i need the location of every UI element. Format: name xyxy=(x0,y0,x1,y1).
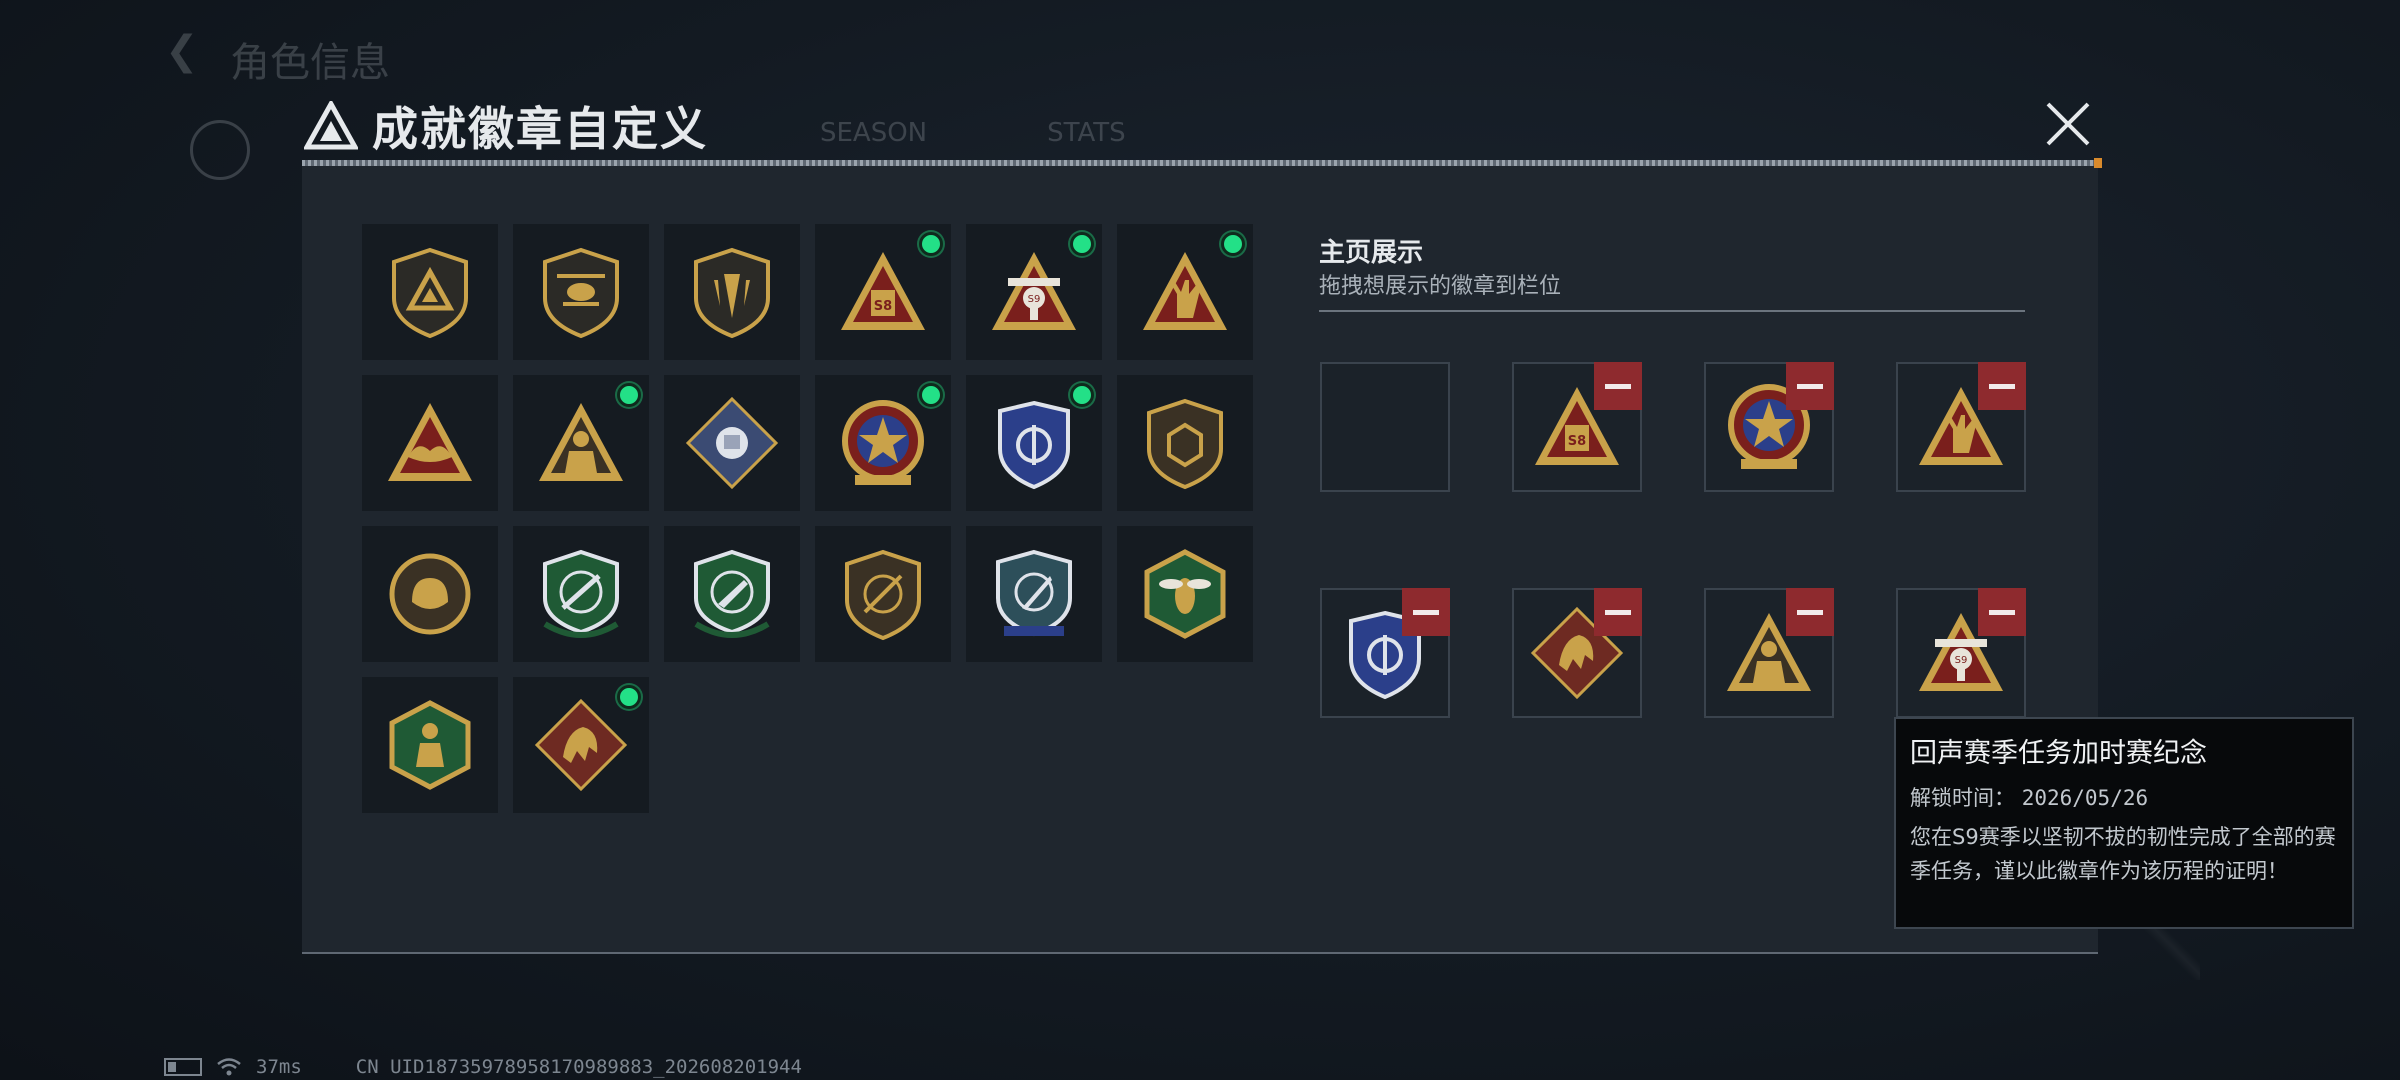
wifi-icon xyxy=(217,1058,241,1076)
shield-crosshair-badge-icon xyxy=(845,549,921,641)
background-ring-decoration xyxy=(190,120,250,180)
svg-text:S8: S8 xyxy=(874,299,892,314)
badge-slot[interactable] xyxy=(362,224,498,360)
showcase-slot[interactable] xyxy=(1704,362,1834,492)
showcase-slot[interactable]: S8 xyxy=(1512,362,1642,492)
badge-slot[interactable] xyxy=(664,375,800,511)
minus-icon xyxy=(1605,383,1631,389)
minus-icon xyxy=(1989,609,2015,615)
round-beast-badge-icon xyxy=(389,553,471,635)
hexagon-figure-badge-icon xyxy=(389,700,471,790)
hexagon-wasp-badge-icon xyxy=(1144,549,1226,639)
triangle-s9-robot-badge-icon: S9 xyxy=(992,252,1076,330)
diamond-fist-badge-icon xyxy=(685,396,779,490)
badge-slot[interactable] xyxy=(815,375,951,511)
badge-slot[interactable] xyxy=(1117,224,1253,360)
badge-slot[interactable] xyxy=(362,526,498,662)
green-crosshair-rifle-badge-icon xyxy=(543,549,619,638)
blue-shield-badge-icon xyxy=(998,400,1070,490)
back-arrow-icon: ❮ xyxy=(165,28,199,74)
triangle-logo-icon xyxy=(304,101,358,150)
modal-header: 成就徽章自定义 xyxy=(304,96,708,156)
new-indicator-dot xyxy=(1070,232,1094,256)
battery-icon xyxy=(164,1058,202,1076)
badge-slot[interactable] xyxy=(513,224,649,360)
diamond-dragon-badge-icon xyxy=(534,698,628,792)
remove-badge-button[interactable] xyxy=(1978,588,2026,636)
new-indicator-dot xyxy=(1221,232,1245,256)
background-title: 角色信息 xyxy=(230,40,390,86)
remove-badge-button[interactable] xyxy=(1402,588,1450,636)
showcase-slot[interactable] xyxy=(1512,588,1642,718)
minus-icon xyxy=(1797,609,1823,615)
new-indicator-dot xyxy=(1070,383,1094,407)
shield-helicopter-badge-icon xyxy=(543,247,619,339)
showcase-slot[interactable]: S9 xyxy=(1896,588,2026,718)
remove-badge-button[interactable] xyxy=(1594,588,1642,636)
background-tab: SEASON xyxy=(820,118,928,148)
new-indicator-dot xyxy=(617,383,641,407)
minus-icon xyxy=(1989,383,2015,389)
badge-collection-grid: S8 S9 xyxy=(362,224,1253,813)
remove-badge-button[interactable] xyxy=(1786,362,1834,410)
triangle-s8-badge-icon: S8 xyxy=(841,252,925,330)
badge-slot[interactable] xyxy=(1117,375,1253,511)
showcase-slot[interactable] xyxy=(1704,588,1834,718)
minus-icon xyxy=(1605,609,1631,615)
badge-slot[interactable] xyxy=(513,677,649,813)
ping-value: 37ms xyxy=(256,1056,302,1078)
shield-dagger-badge-icon xyxy=(694,247,770,339)
badge-slot[interactable] xyxy=(966,526,1102,662)
tooltip-description: 您在S9赛季以坚韧不拔的韧性完成了全部的赛季任务，谨以此徽章作为该历程的证明！ xyxy=(1910,825,2336,883)
triangle-hand-sign-badge-icon xyxy=(1143,252,1227,330)
blue-knife-shield-badge-icon xyxy=(996,549,1072,637)
shield-dice-badge-icon xyxy=(1147,398,1223,490)
shield-triangle-logo-badge-icon xyxy=(392,247,468,339)
new-indicator-dot xyxy=(617,685,641,709)
svg-text:S9: S9 xyxy=(1955,655,1968,666)
modal-title: 成就徽章自定义 xyxy=(372,102,708,156)
tooltip-unlock-date: 2026/05/26 xyxy=(2021,786,2149,810)
tooltip-unlock-label: 解锁时间： xyxy=(1910,786,2015,810)
badge-customize-panel: S8 S9 主页展示 拖拽想展示的徽章到栏位 S8 S9 xyxy=(302,158,2102,954)
badge-tooltip: 回声赛季任务加时赛纪念 解锁时间： 2026/05/26 您在S9赛季以坚韧不拔… xyxy=(1894,717,2354,929)
triangle-bird-badge-icon xyxy=(388,403,472,481)
badge-slot[interactable] xyxy=(513,526,649,662)
minus-icon xyxy=(1797,383,1823,389)
showcase-slot[interactable] xyxy=(1320,588,1450,718)
remove-badge-button[interactable] xyxy=(1978,362,2026,410)
badge-slot[interactable] xyxy=(362,375,498,511)
status-bar: 37ms CN UID18735978958170989883_20260820… xyxy=(164,1056,802,1078)
remove-badge-button[interactable] xyxy=(1786,588,1834,636)
badge-slot[interactable]: S9 xyxy=(966,224,1102,360)
minus-icon xyxy=(1413,609,1439,615)
badge-slot[interactable] xyxy=(1117,526,1253,662)
badge-slot[interactable] xyxy=(966,375,1102,511)
badge-slot[interactable] xyxy=(664,526,800,662)
background-tab: STATS xyxy=(1047,118,1126,148)
badge-slot[interactable] xyxy=(513,375,649,511)
tooltip-unlock-row: 解锁时间： 2026/05/26 xyxy=(1910,782,2338,812)
badge-slot[interactable] xyxy=(815,526,951,662)
showcase-subtitle: 拖拽想展示的徽章到栏位 xyxy=(1319,274,1562,299)
svg-text:S8: S8 xyxy=(1568,434,1586,449)
tooltip-title: 回声赛季任务加时赛纪念 xyxy=(1910,738,2207,769)
background-tabs: SEASON STATS xyxy=(820,118,1126,148)
new-indicator-dot xyxy=(919,232,943,256)
star-medal-badge-icon xyxy=(842,400,924,485)
new-indicator-dot xyxy=(919,383,943,407)
remove-badge-button[interactable] xyxy=(1594,362,1642,410)
divider xyxy=(1319,310,2025,312)
showcase-title: 主页展示 xyxy=(1319,238,1424,268)
triangle-soldier-badge-icon xyxy=(539,403,623,481)
uid-text: CN UID18735978958170989883_202608201944 xyxy=(355,1056,802,1078)
green-crosshair-pistol-badge-icon xyxy=(694,549,770,638)
badge-slot[interactable]: S8 xyxy=(815,224,951,360)
badge-slot[interactable] xyxy=(664,224,800,360)
badge-slot[interactable] xyxy=(362,677,498,813)
showcase-slot[interactable] xyxy=(1896,362,2026,492)
svg-text:S9: S9 xyxy=(1028,294,1041,305)
showcase-slot-empty[interactable] xyxy=(1320,362,1450,492)
close-icon[interactable] xyxy=(2042,98,2094,150)
